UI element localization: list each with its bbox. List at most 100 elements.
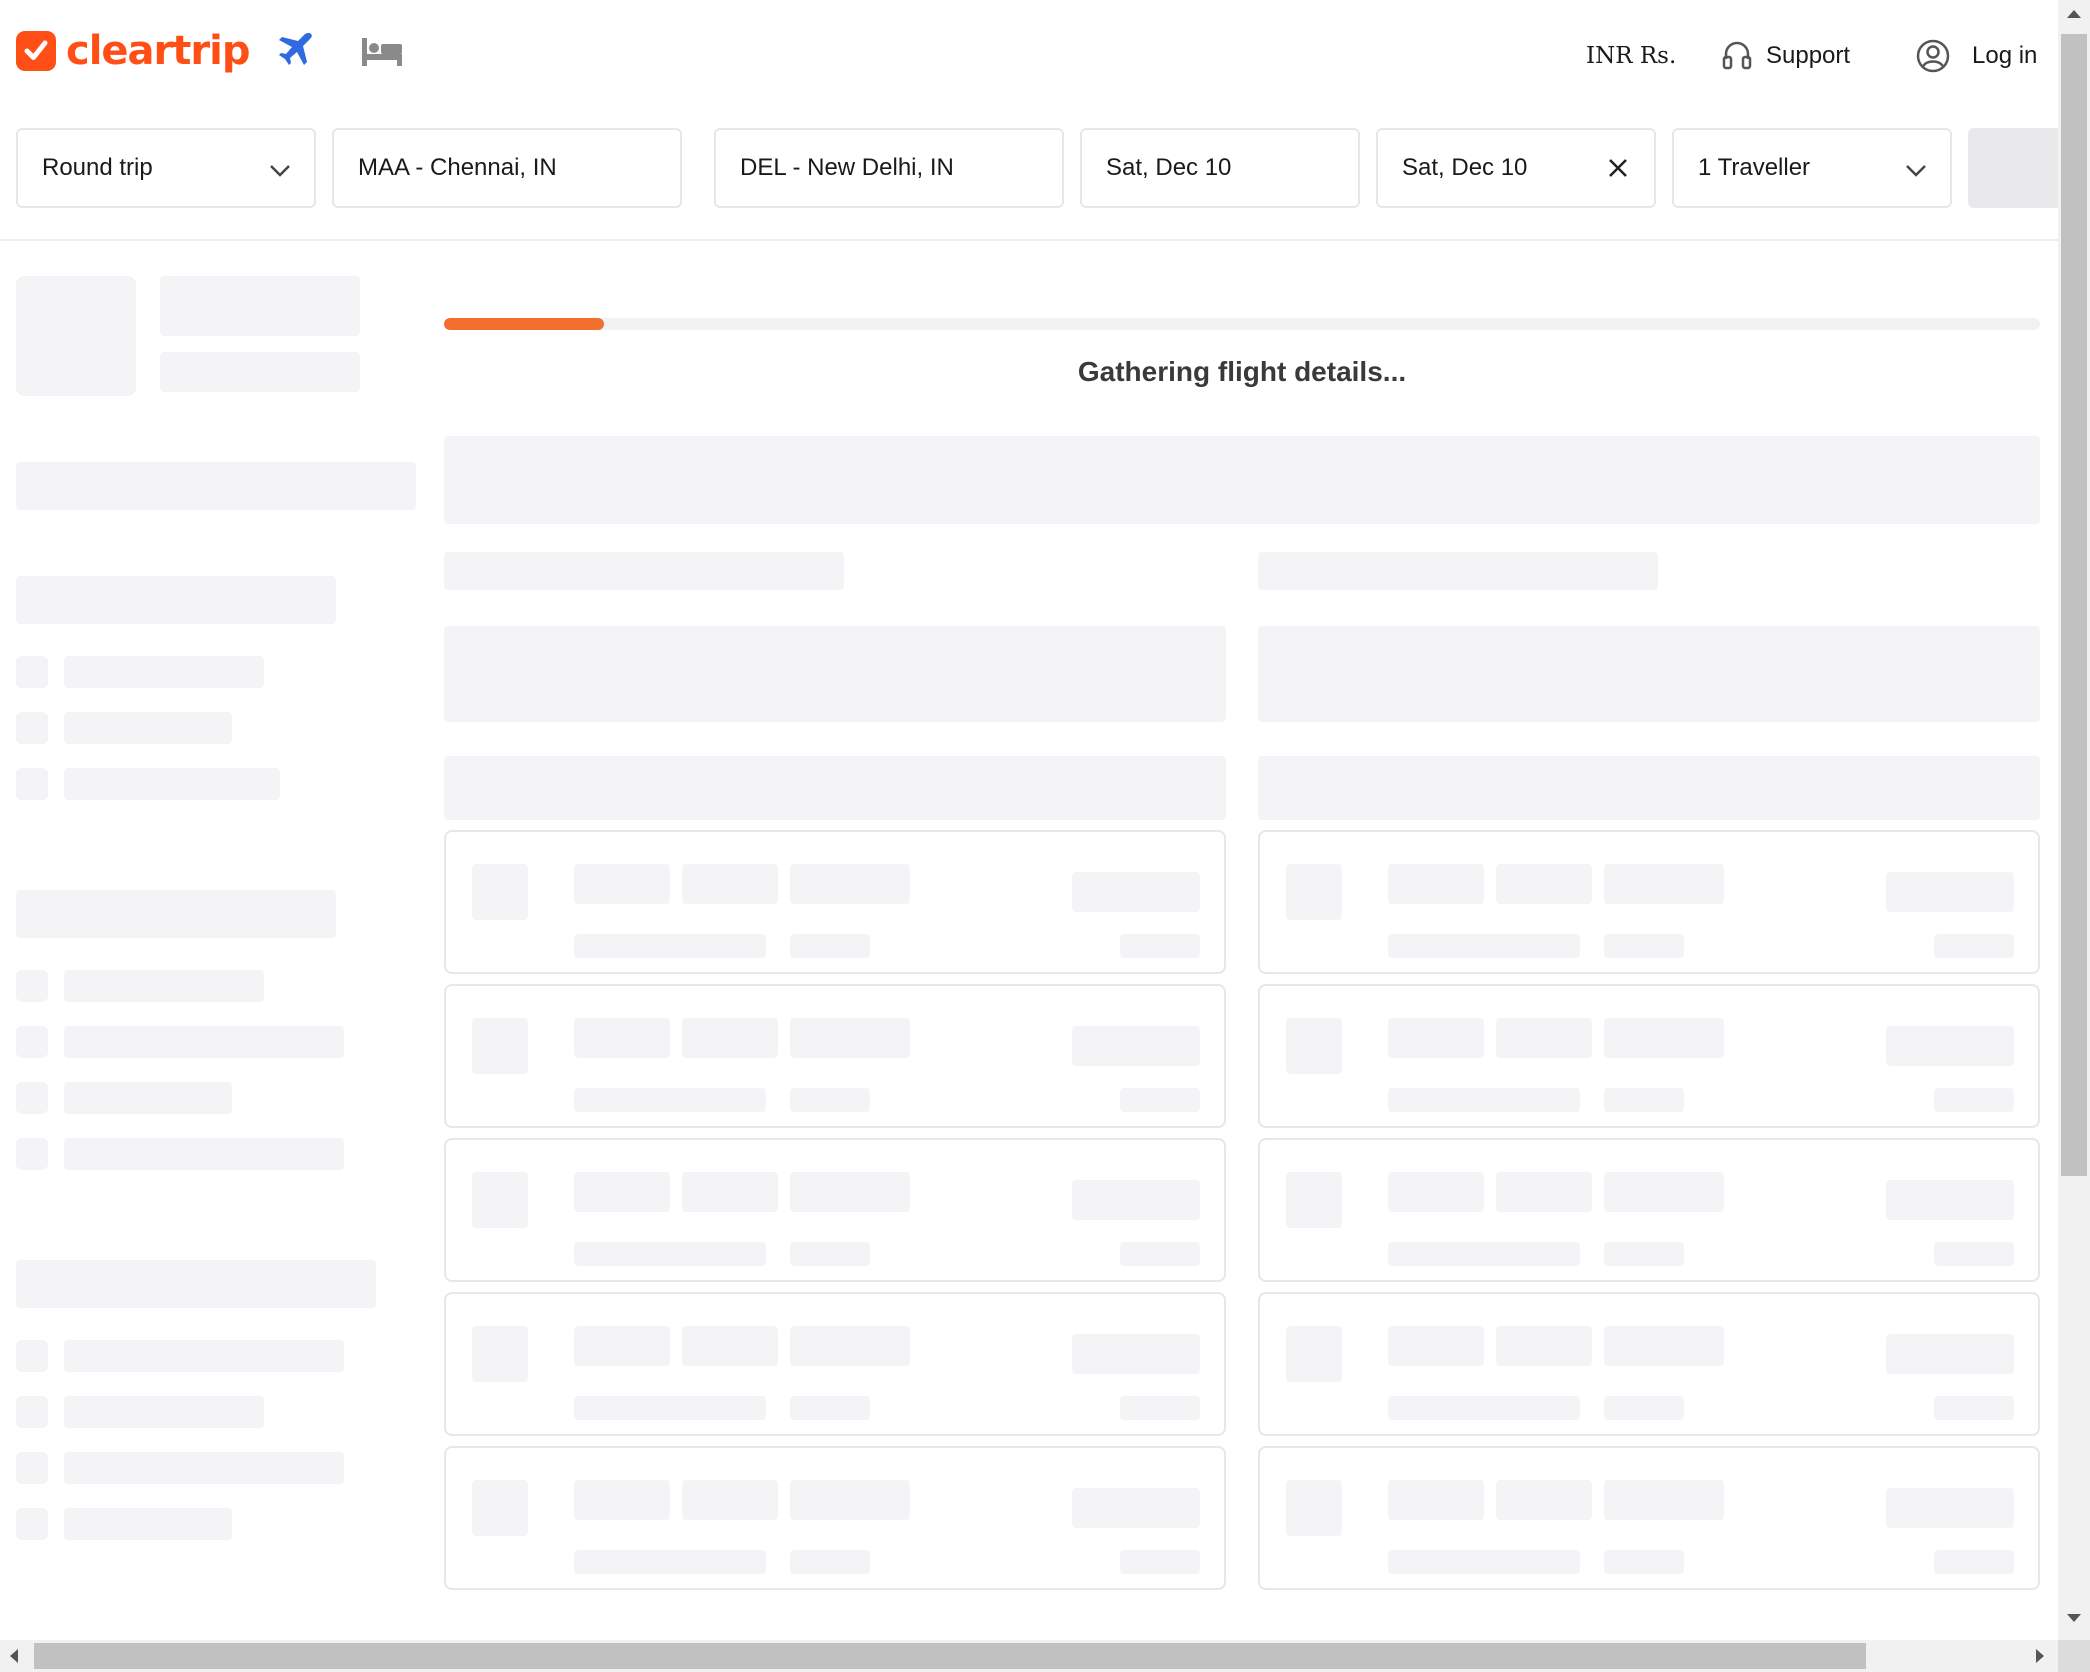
- depart-date-value: Sat, Dec 10: [1106, 154, 1232, 181]
- skeleton-line: [64, 768, 280, 800]
- skeleton-block: [1934, 1088, 2014, 1112]
- skeleton-block: [1286, 1172, 1342, 1228]
- skeleton-block: [790, 1018, 910, 1058]
- login-label: Log in: [1972, 42, 2038, 69]
- skeleton-checkbox: [16, 1508, 48, 1540]
- skeleton-block: [1120, 934, 1200, 958]
- trip-type-select[interactable]: Round trip: [16, 128, 316, 208]
- support-link[interactable]: Support: [1722, 32, 1850, 80]
- scrollbar-corner: [2058, 1640, 2090, 1672]
- skeleton-checkbox: [16, 1340, 48, 1372]
- skeleton-block: [1496, 1018, 1592, 1058]
- skeleton-block: [1496, 1326, 1592, 1366]
- skeleton-block: [574, 1088, 766, 1112]
- currency-selector[interactable]: INR Rs.: [1586, 32, 1676, 80]
- skeleton-block: [682, 1480, 778, 1520]
- headset-icon: [1722, 41, 1752, 70]
- skeleton-line: [64, 1082, 232, 1114]
- skeleton-block: [1388, 1172, 1484, 1212]
- scroll-down-arrow[interactable]: [2067, 1614, 2081, 1622]
- horizontal-scrollbar[interactable]: [0, 1640, 2058, 1672]
- user-circle-icon: [1916, 39, 1950, 73]
- cleartrip-logo[interactable]: cleartrip: [16, 26, 250, 76]
- skeleton-block: [1496, 864, 1592, 904]
- nav-hotels[interactable]: [360, 36, 404, 68]
- skeleton-block: [1286, 864, 1342, 920]
- depart-date-field[interactable]: Sat, Dec 10: [1080, 128, 1360, 208]
- flight-card-skeleton: [444, 830, 1226, 974]
- skeleton-checkbox: [16, 1452, 48, 1484]
- skeleton-block: [1286, 1018, 1342, 1074]
- results-banner-skeleton: [444, 436, 2040, 524]
- skeleton-block: [1388, 1242, 1580, 1266]
- skeleton-block: [574, 1480, 670, 1520]
- skeleton-block: [1072, 1488, 1200, 1528]
- loading-progress-fill: [444, 318, 604, 330]
- scroll-right-arrow[interactable]: [2036, 1649, 2044, 1663]
- skeleton-block: [682, 1018, 778, 1058]
- flight-card-skeleton: [444, 984, 1226, 1128]
- origin-value: MAA - Chennai, IN: [358, 154, 557, 181]
- skeleton-heading: [16, 1260, 376, 1308]
- horizontal-scroll-thumb[interactable]: [34, 1643, 1866, 1669]
- flight-card-skeleton: [444, 1292, 1226, 1436]
- flight-card-skeleton: [444, 1446, 1226, 1590]
- skeleton-checkbox: [16, 1026, 48, 1058]
- skeleton-block: [1388, 1088, 1580, 1112]
- check-logo-icon: [16, 31, 56, 71]
- origin-field[interactable]: MAA - Chennai, IN: [332, 128, 682, 208]
- skeleton-block: [1604, 1396, 1684, 1420]
- travellers-select[interactable]: 1 Traveller: [1672, 128, 1952, 208]
- skeleton-block: [472, 1480, 528, 1536]
- skeleton-block: [1388, 1480, 1484, 1520]
- skeleton-block: [574, 864, 670, 904]
- skeleton-block: [1388, 864, 1484, 904]
- header-row-skeleton: [444, 756, 1226, 820]
- skeleton-block: [1286, 1326, 1342, 1382]
- vertical-scroll-thumb[interactable]: [2061, 34, 2087, 1176]
- skeleton-block: [1120, 1088, 1200, 1112]
- scroll-left-arrow[interactable]: [10, 1649, 18, 1663]
- skeleton-heading: [16, 576, 336, 624]
- return-date-field[interactable]: Sat, Dec 10: [1376, 128, 1656, 208]
- skeleton-block: [1604, 1480, 1724, 1520]
- skeleton-line: [64, 970, 264, 1002]
- skeleton-block: [682, 1172, 778, 1212]
- chevron-down-icon: [270, 165, 290, 177]
- skeleton-block: [790, 1242, 870, 1266]
- skeleton-block: [574, 1326, 670, 1366]
- skeleton-line: [64, 656, 264, 688]
- skeleton-block: [790, 1550, 870, 1574]
- close-icon[interactable]: [1604, 154, 1632, 182]
- skeleton-block: [1388, 1396, 1580, 1420]
- skeleton-block: [1120, 1242, 1200, 1266]
- skeleton-block: [1604, 1326, 1724, 1366]
- skeleton-block: [1072, 1026, 1200, 1066]
- skeleton-checkbox: [16, 712, 48, 744]
- skeleton-block: [790, 1088, 870, 1112]
- skeleton-block: [1886, 1026, 2014, 1066]
- column-heading-skeleton: [444, 552, 844, 590]
- sort-bar-skeleton: [444, 626, 1226, 722]
- skeleton-block: [1120, 1550, 1200, 1574]
- skeleton-block: [1886, 1488, 2014, 1528]
- chevron-down-icon: [1906, 165, 1926, 177]
- return-date-value: Sat, Dec 10: [1402, 154, 1528, 181]
- vertical-scrollbar[interactable]: [2058, 0, 2090, 1640]
- skeleton-block: [1496, 1172, 1592, 1212]
- skeleton-block: [1120, 1396, 1200, 1420]
- nav-flights[interactable]: [276, 30, 316, 72]
- login-link[interactable]: Log in: [1916, 32, 2037, 80]
- search-bar: Round trip MAA - Chennai, IN DEL - New D…: [0, 128, 2058, 208]
- skeleton-block: [472, 1326, 528, 1382]
- scroll-up-arrow[interactable]: [2067, 10, 2081, 18]
- skeleton-checkbox: [16, 970, 48, 1002]
- destination-field[interactable]: DEL - New Delhi, IN: [714, 128, 1064, 208]
- skeleton-line: [64, 1340, 344, 1372]
- skeleton-block: [574, 1550, 766, 1574]
- skeleton-block: [1286, 1480, 1342, 1536]
- skeleton-block: [1886, 1180, 2014, 1220]
- trip-type-value: Round trip: [42, 154, 153, 181]
- search-button[interactable]: [1968, 128, 2058, 208]
- skeleton-block: [682, 864, 778, 904]
